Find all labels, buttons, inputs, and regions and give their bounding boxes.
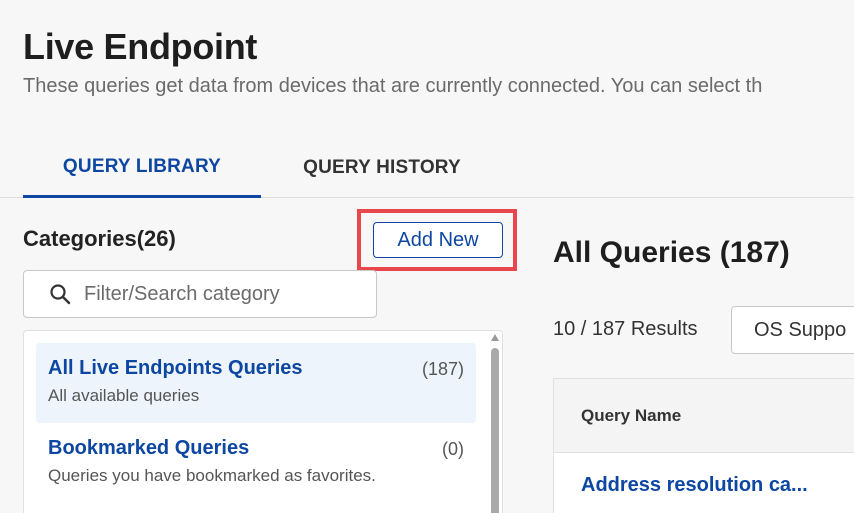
queries-heading: All Queries (187) [553,236,790,269]
column-header-query-name[interactable]: Query Name [554,379,854,453]
add-new-button[interactable]: Add New [373,222,503,258]
category-item-all-queries[interactable]: All Live Endpoints Queries (187) All ava… [36,343,476,423]
page-subtitle: These queries get data from devices that… [23,75,763,97]
search-icon [48,282,72,306]
category-description: Queries you have bookmarked as favorites… [48,466,376,485]
category-scrollbar[interactable] [489,334,501,513]
os-support-filter[interactable]: OS Suppo [731,306,854,354]
category-filter[interactable] [23,270,377,318]
categories-heading: Categories(26) [23,226,176,251]
results-count: 10 / 187 Results [553,318,698,340]
scroll-up-icon[interactable] [491,334,499,341]
tab-query-library[interactable]: QUERY LIBRARY [23,138,261,198]
tab-bar: QUERY LIBRARY QUERY HISTORY [0,138,854,198]
queries-table: Query Name Address resolution ca... [553,378,854,513]
category-search-input[interactable] [84,282,364,306]
category-description: All available queries [48,386,200,405]
category-count: (0) [442,439,464,459]
category-name: All Live Endpoints Queries [48,357,303,379]
table-row[interactable]: Address resolution ca... [554,453,854,513]
scroll-thumb[interactable] [491,348,499,513]
category-list: All Live Endpoints Queries (187) All ava… [23,330,503,513]
tab-query-history[interactable]: QUERY HISTORY [270,138,494,197]
category-item-bookmarked[interactable]: Bookmarked Queries (0) Queries you have … [36,423,476,503]
category-count: (187) [421,359,464,379]
category-name: Bookmarked Queries [48,437,250,459]
page-title: Live Endpoint [23,26,258,67]
